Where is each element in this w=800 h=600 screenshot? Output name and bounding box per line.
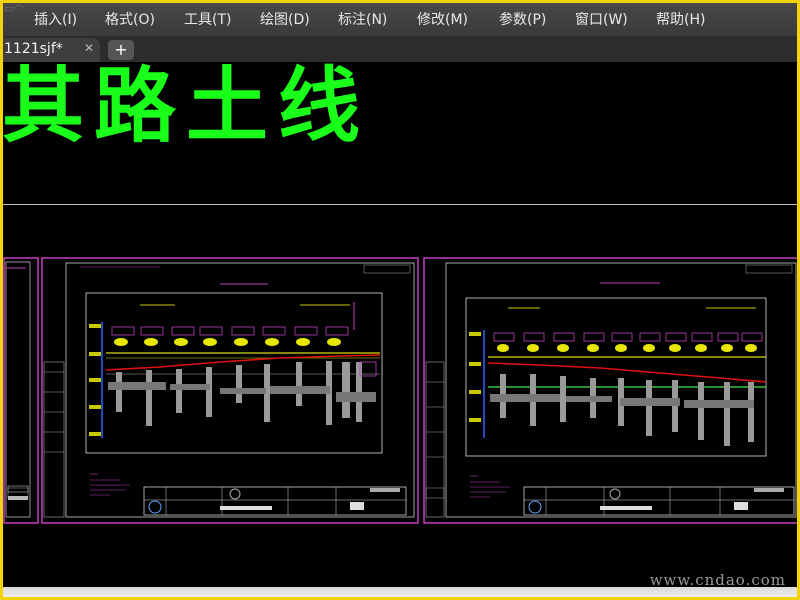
app-menu-icon[interactable]: ▭◠ xyxy=(4,2,32,15)
drawing-sheet-1 xyxy=(7,257,419,524)
menu-parameters[interactable]: 参数(P) xyxy=(499,9,546,29)
partial-sheet-left xyxy=(3,257,39,524)
watermark-text: www.cndao.com xyxy=(649,571,786,589)
tab-1121sjf[interactable]: 1121sjf* ✕ xyxy=(0,38,100,62)
menu-dimension[interactable]: 标注(N) xyxy=(338,9,387,29)
drawing-sheet-2 xyxy=(423,257,800,524)
menu-modify[interactable]: 修改(M) xyxy=(417,9,468,29)
menu-draw[interactable]: 绘图(D) xyxy=(260,9,310,29)
menu-insert[interactable]: 插入(I) xyxy=(34,9,77,29)
close-icon[interactable]: ✕ xyxy=(84,41,94,55)
new-tab-button[interactable]: + xyxy=(108,40,134,60)
menu-tools[interactable]: 工具(T) xyxy=(184,9,231,29)
drawing-canvas[interactable]: 其路土线 xyxy=(0,62,800,587)
menu-help[interactable]: 帮助(H) xyxy=(656,9,705,29)
menu-format[interactable]: 格式(O) xyxy=(105,9,155,29)
menu-bar: ▭◠ 插入(I) 格式(O) 工具(T) 绘图(D) 标注(N) 修改(M) 参… xyxy=(0,0,800,36)
tab-label: 1121sjf* xyxy=(4,41,63,57)
drawing-sheets xyxy=(3,257,800,524)
menu-window[interactable]: 窗口(W) xyxy=(575,9,628,29)
